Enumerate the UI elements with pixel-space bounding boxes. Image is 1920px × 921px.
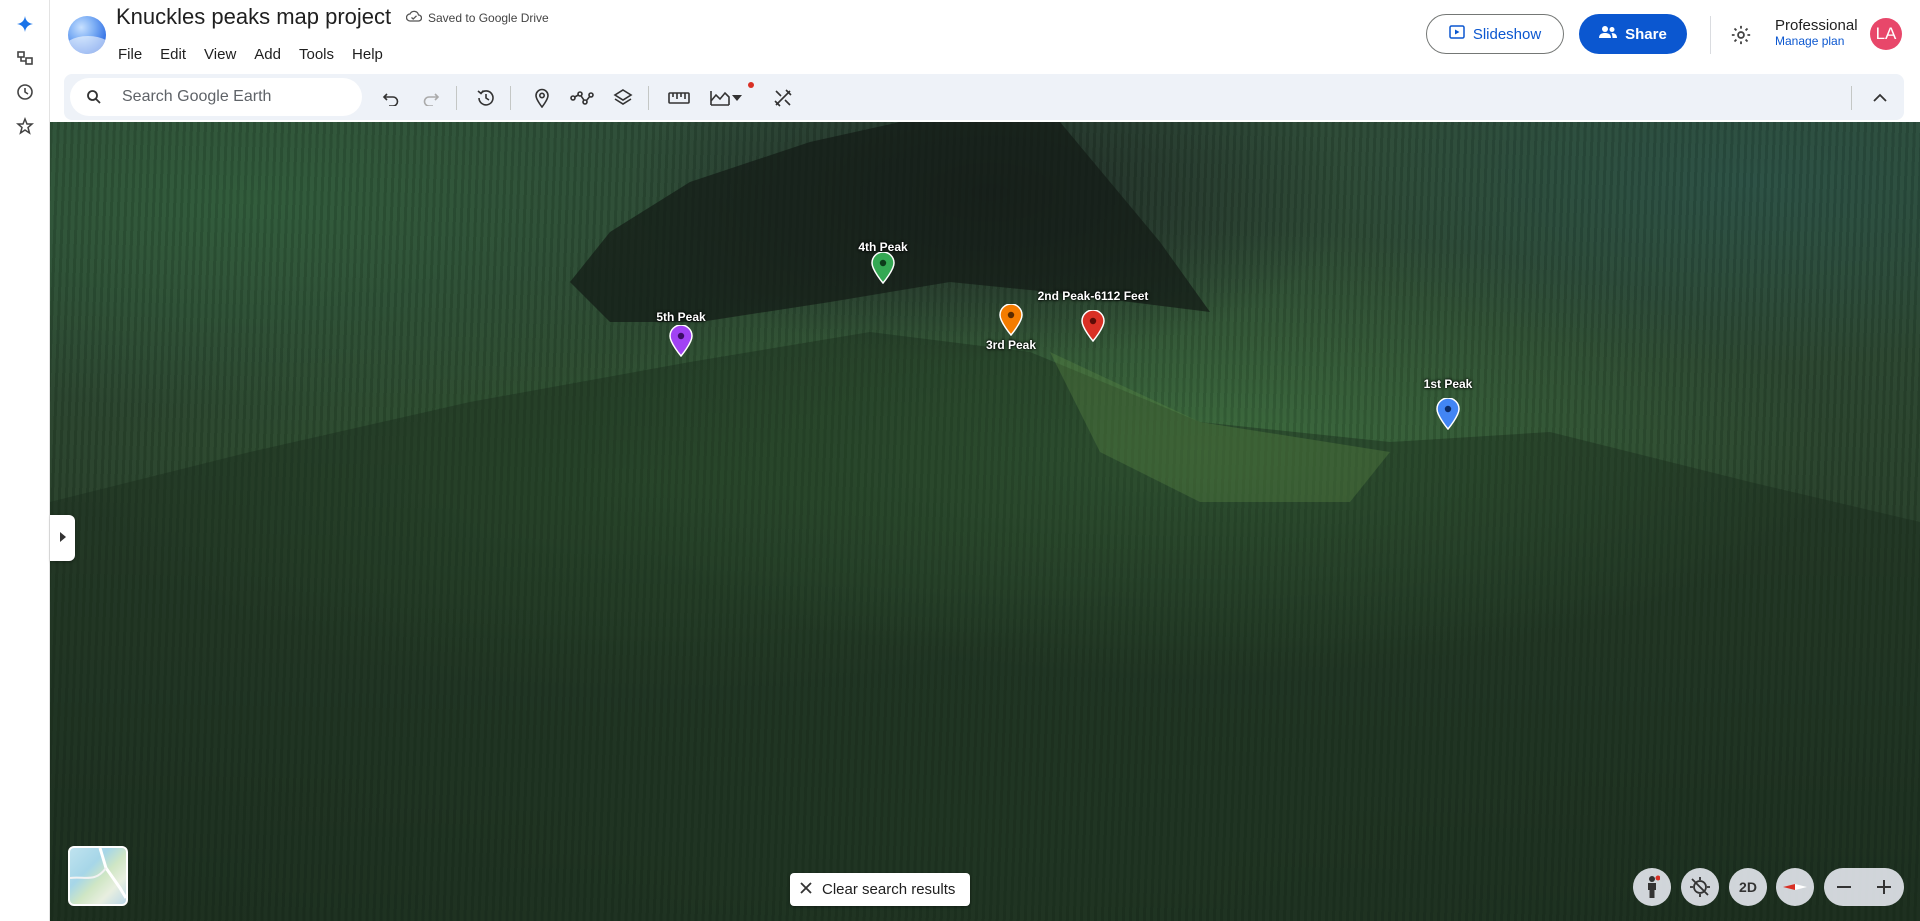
notification-dot <box>748 82 754 88</box>
map-pin-icon <box>1436 398 1460 430</box>
google-earth-app: Knuckles peaks map project Saved to Goog… <box>0 0 1920 921</box>
search-input[interactable] <box>122 78 352 116</box>
placemark-label: 3rd Peak <box>985 338 1037 352</box>
menu-edit[interactable]: Edit <box>152 44 194 65</box>
menu-view[interactable]: View <box>196 44 244 65</box>
app-header: Knuckles peaks map project Saved to Goog… <box>50 0 1920 72</box>
toolbar-divider <box>510 86 511 110</box>
project-title[interactable]: Knuckles peaks map project <box>116 4 391 30</box>
toolbar-divider <box>456 86 457 110</box>
placemark-label: 5th Peak <box>656 310 706 324</box>
menu-bar: File Edit View Add Tools Help <box>110 44 391 65</box>
save-status-text: Saved to Google Drive <box>428 10 549 25</box>
zoom-controls <box>1824 868 1904 906</box>
gemini-sparkle-icon[interactable] <box>13 12 37 36</box>
close-icon <box>800 881 812 898</box>
settings-gear-icon[interactable] <box>1728 22 1754 48</box>
google-earth-logo <box>68 16 106 54</box>
manage-plan-link[interactable]: Manage plan <box>1775 34 1875 48</box>
redo-icon[interactable] <box>418 85 444 111</box>
header-divider <box>1710 16 1711 54</box>
search-box <box>70 78 362 116</box>
map-pin-icon <box>871 252 895 284</box>
measure-icon[interactable] <box>666 85 692 111</box>
people-icon <box>1599 25 1618 43</box>
save-status: Saved to Google Drive <box>405 10 549 25</box>
placemark-label: 2nd Peak-6112 Feet <box>1037 289 1149 303</box>
slideshow-button[interactable]: Slideshow <box>1426 14 1564 54</box>
left-rail <box>0 0 50 921</box>
earth-3d-view[interactable]: 4th Peak 5th Peak 3rd Peak 2nd Peak-6112… <box>50 122 1920 921</box>
location-off-icon[interactable] <box>1681 868 1719 906</box>
clear-search-label: Clear search results <box>822 881 956 898</box>
share-button[interactable]: Share <box>1579 14 1687 54</box>
map-style-thumbnail[interactable] <box>68 846 128 906</box>
menu-tools[interactable]: Tools <box>291 44 342 65</box>
map-pin-icon <box>669 325 693 357</box>
menu-file[interactable]: File <box>110 44 150 65</box>
side-panel-toggle[interactable] <box>50 515 75 561</box>
share-label: Share <box>1625 25 1667 43</box>
account-avatar[interactable]: LA <box>1870 18 1902 50</box>
placemark-label: 1st Peak <box>1423 377 1473 391</box>
history-icon[interactable] <box>13 80 37 104</box>
menu-add[interactable]: Add <box>246 44 289 65</box>
slideshow-label: Slideshow <box>1472 25 1542 43</box>
slideshow-icon <box>1449 25 1465 43</box>
tools-icon[interactable] <box>770 85 796 111</box>
zoom-out-icon[interactable] <box>1824 868 1864 906</box>
add-placemark-icon[interactable] <box>529 85 555 111</box>
clear-search-results-button[interactable]: Clear search results <box>790 873 970 906</box>
terrain-shading <box>50 122 1920 921</box>
toolbar <box>64 74 1904 120</box>
chevron-right-icon <box>59 529 67 547</box>
undo-icon[interactable] <box>378 85 404 111</box>
street-view-pegman-icon[interactable] <box>1633 868 1671 906</box>
layers-icon[interactable] <box>610 85 636 111</box>
cloud-done-icon <box>405 10 423 25</box>
plan-name: Professional <box>1775 17 1858 34</box>
dropdown-icon[interactable] <box>730 85 744 111</box>
collapse-icon[interactable] <box>1867 85 1893 111</box>
toolbar-divider <box>1851 86 1852 110</box>
view-mode-2d-button[interactable]: 2D <box>1729 868 1767 906</box>
menu-help[interactable]: Help <box>344 44 391 65</box>
search-icon <box>86 89 102 105</box>
map-pin-icon <box>1081 310 1105 342</box>
toolbar-divider <box>648 86 649 110</box>
minimap-roads <box>70 848 126 899</box>
compass-icon[interactable] <box>1776 868 1814 906</box>
projects-icon[interactable] <box>13 46 37 70</box>
plan-info: Professional Manage plan <box>1775 17 1875 48</box>
zoom-in-icon[interactable] <box>1864 868 1904 906</box>
favorites-star-icon[interactable] <box>13 114 37 138</box>
map-pin-icon <box>999 304 1023 336</box>
draw-path-icon[interactable] <box>569 85 595 111</box>
historical-imagery-icon[interactable] <box>473 85 499 111</box>
